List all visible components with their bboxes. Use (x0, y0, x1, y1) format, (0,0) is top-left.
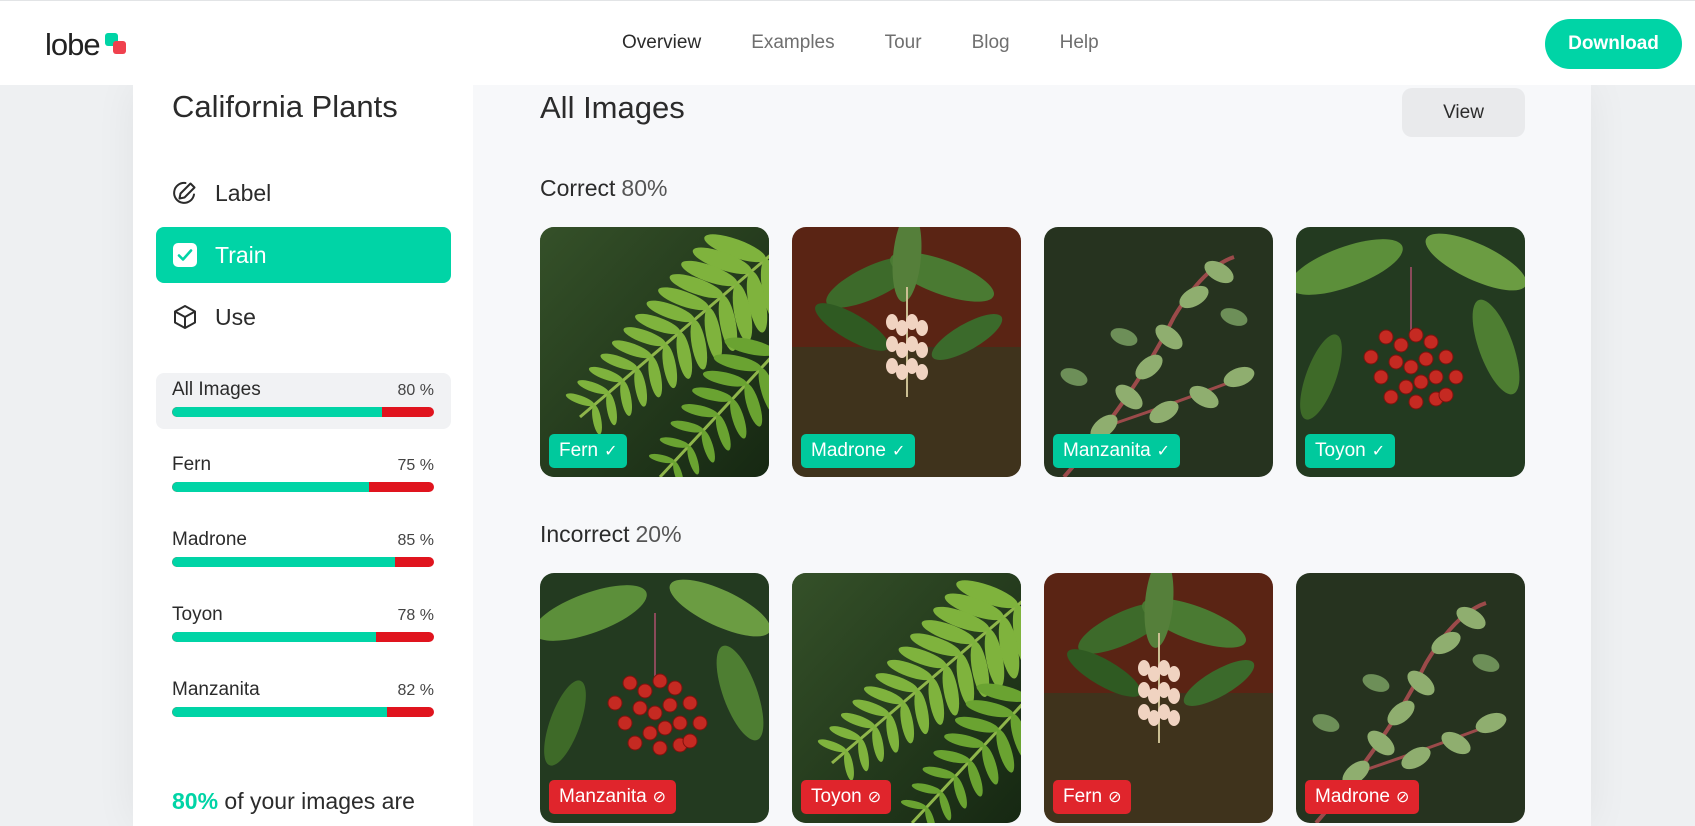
image-tile[interactable]: Fern ✓ (540, 227, 769, 477)
stat-percent: 85 % (397, 532, 434, 549)
section-percent: 20% (635, 521, 682, 547)
image-tile[interactable]: Manzanita ⊘ (540, 573, 769, 823)
badge-label: Madrone (1315, 786, 1390, 807)
nav-links: Overview Examples Tour Blog Help (622, 32, 1149, 54)
section-label: Incorrect (540, 521, 630, 547)
logo[interactable]: lobe (45, 27, 129, 63)
prohibited-icon: ⊘ (1396, 789, 1410, 806)
accuracy-bar (172, 632, 434, 642)
badge-label: Manzanita (559, 786, 647, 807)
accuracy-summary: 80% of your images are (172, 788, 415, 815)
sidebar: California Plants Label Train Use All Im… (133, 85, 473, 826)
accuracy-bar-fill (172, 407, 382, 417)
pencil-circle-icon (172, 180, 198, 206)
view-button[interactable]: View (1402, 88, 1525, 137)
accuracy-bar (172, 707, 434, 717)
logo-text: lobe (45, 27, 101, 62)
image-tile[interactable]: Madrone ✓ (792, 227, 1021, 477)
cube-icon (172, 304, 198, 330)
badge-label: Manzanita (1063, 440, 1151, 461)
prediction-badge: Madrone ✓ (801, 434, 916, 468)
prediction-badge: Manzanita ✓ (1053, 434, 1181, 468)
stat-percent: 78 % (397, 607, 434, 624)
image-tile[interactable]: Toyon ✓ (1296, 227, 1525, 477)
mode-train[interactable]: Train (156, 227, 451, 283)
stat-name: Fern (172, 454, 212, 475)
app-window: California Plants Label Train Use All Im… (133, 85, 1591, 826)
mode-label-text: Label (215, 179, 272, 206)
stat-fern[interactable]: Fern 75 % (156, 448, 451, 504)
image-tile[interactable]: Toyon ⊘ (792, 573, 1021, 823)
check-icon: ✓ (892, 443, 906, 460)
accuracy-bar (172, 557, 434, 567)
badge-label: Fern (559, 440, 599, 461)
top-nav: lobe Overview Examples Tour Blog Help Do… (0, 0, 1695, 85)
prediction-badge: Madrone ⊘ (1305, 780, 1420, 814)
nav-link-tour[interactable]: Tour (885, 32, 922, 54)
prediction-badge: Toyon ✓ (1305, 434, 1396, 468)
correct-section-heading: Correct 80% (540, 175, 667, 202)
image-tile[interactable]: Madrone ⊘ (1296, 573, 1525, 823)
accuracy-bar (172, 407, 434, 417)
mode-use-text: Use (215, 303, 256, 330)
nav-link-blog[interactable]: Blog (972, 32, 1010, 54)
prediction-badge: Toyon ⊘ (801, 780, 892, 814)
project-title: California Plants (172, 89, 398, 124)
accuracy-bar-fill (172, 482, 369, 492)
accuracy-bar-fill (172, 707, 387, 717)
section-label: Correct (540, 175, 616, 201)
accuracy-bar-fill (172, 632, 377, 642)
stat-name: Toyon (172, 604, 223, 625)
mode-label[interactable]: Label (156, 165, 451, 221)
badge-label: Fern (1063, 786, 1103, 807)
prohibited-icon: ⊘ (867, 789, 882, 806)
stat-name: Madrone (172, 529, 247, 550)
prohibited-icon: ⊘ (1108, 789, 1122, 806)
check-icon: ✓ (1156, 443, 1171, 460)
badge-label: Toyon (811, 786, 862, 807)
accuracy-bar-fill (172, 557, 395, 567)
section-percent: 80% (621, 175, 668, 201)
nav-link-overview[interactable]: Overview (622, 32, 701, 54)
stat-percent: 80 % (397, 382, 434, 399)
logo-mark-icon (103, 30, 129, 56)
nav-link-help[interactable]: Help (1060, 32, 1099, 54)
stat-percent: 75 % (397, 457, 434, 474)
mode-use[interactable]: Use (156, 289, 451, 345)
prediction-badge: Fern ⊘ (1053, 780, 1132, 814)
summary-highlight: 80% (172, 788, 219, 814)
badge-label: Toyon (1315, 440, 1366, 461)
stat-all-images[interactable]: All Images 80 % (156, 373, 451, 429)
main-title: All Images (540, 90, 685, 125)
prediction-badge: Manzanita ⊘ (549, 780, 677, 814)
stat-manzanita[interactable]: Manzanita 82 % (156, 673, 451, 729)
check-icon: ✓ (604, 443, 618, 460)
accuracy-bar (172, 482, 434, 492)
summary-text: of your images are (218, 788, 415, 814)
mode-train-text: Train (215, 241, 267, 268)
image-tile[interactable]: Manzanita ✓ (1044, 227, 1273, 477)
stat-name: All Images (172, 379, 261, 400)
stat-name: Manzanita (172, 679, 260, 700)
prohibited-icon: ⊘ (652, 789, 667, 806)
incorrect-section-heading: Incorrect 20% (540, 521, 682, 548)
prediction-badge: Fern ✓ (549, 434, 628, 468)
stat-percent: 82 % (397, 682, 434, 699)
check-icon: ✓ (1371, 443, 1386, 460)
download-button[interactable]: Download (1545, 19, 1682, 69)
nav-link-examples[interactable]: Examples (751, 32, 834, 54)
check-square-icon (172, 242, 198, 268)
stat-madrone[interactable]: Madrone 85 % (156, 523, 451, 579)
stat-toyon[interactable]: Toyon 78 % (156, 598, 451, 654)
image-tile[interactable]: Fern ⊘ (1044, 573, 1273, 823)
badge-label: Madrone (811, 440, 886, 461)
